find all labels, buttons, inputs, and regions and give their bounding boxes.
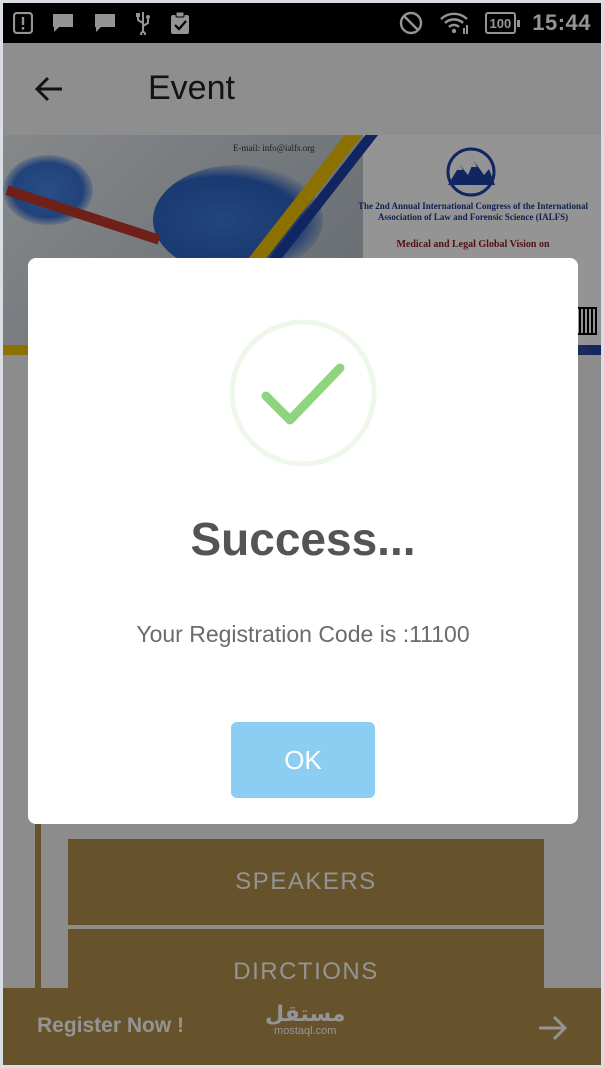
dialog-title: Success... xyxy=(190,513,416,565)
success-dialog: Success... Your Registration Code is :11… xyxy=(28,258,578,824)
ok-button[interactable]: OK xyxy=(231,722,375,798)
check-circle-icon xyxy=(229,319,377,467)
registration-code-message: Your Registration Code is :11100 xyxy=(136,621,470,647)
phone-screen: 100 15:44 Event E-mail: info@ialfs.org T… xyxy=(3,3,601,1065)
